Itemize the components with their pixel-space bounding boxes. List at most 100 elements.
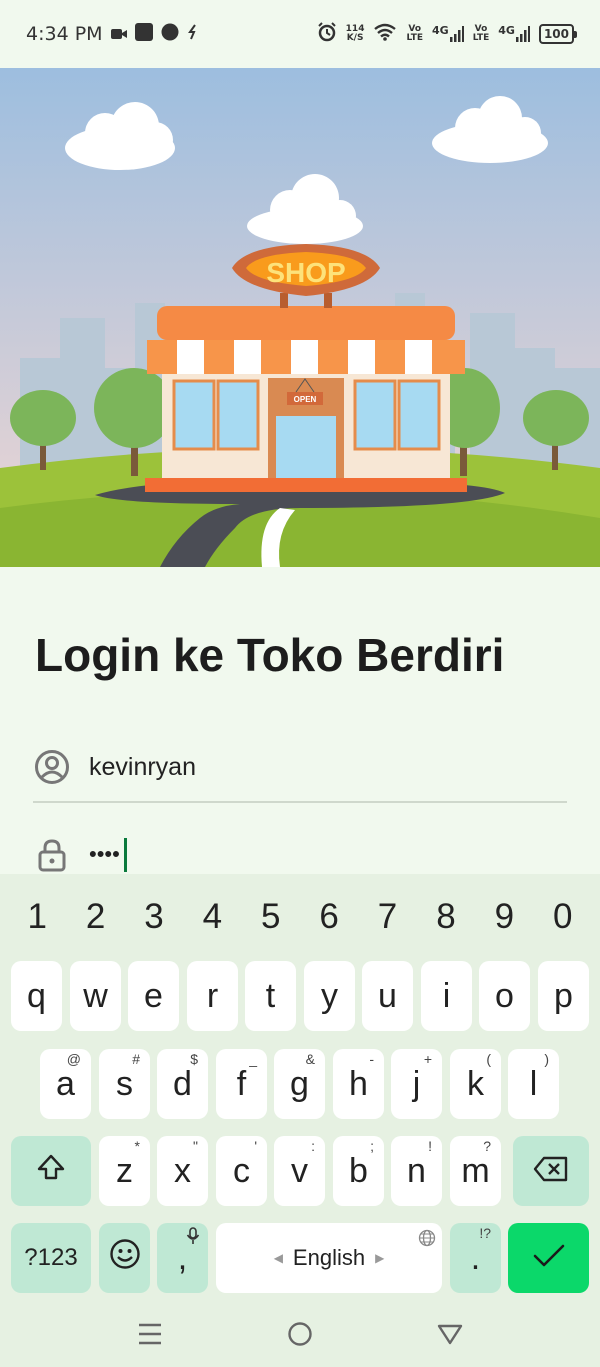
- key-8[interactable]: 8: [421, 897, 471, 937]
- key-o[interactable]: o: [479, 961, 530, 1031]
- signal-bars-icon: [449, 26, 464, 42]
- key-hint: ": [193, 1138, 198, 1154]
- key-4[interactable]: 4: [187, 897, 237, 937]
- key-n[interactable]: ! n: [391, 1136, 442, 1206]
- home-circle-icon: [287, 1321, 313, 1352]
- key-b[interactable]: ; b: [333, 1136, 384, 1206]
- key-y[interactable]: y: [304, 961, 355, 1031]
- wifi-icon: [373, 23, 397, 45]
- key-6[interactable]: 6: [304, 897, 354, 937]
- username-field[interactable]: kevinryan: [33, 733, 567, 803]
- key-u[interactable]: u: [362, 961, 413, 1031]
- space-label: English: [292, 1245, 366, 1270]
- key-label: .: [470, 1238, 481, 1277]
- key-label: d: [173, 1064, 192, 1103]
- sim1-network-type: 4G: [432, 24, 449, 37]
- key-hint: :: [311, 1138, 315, 1154]
- circle-app-icon: [161, 23, 179, 46]
- battery-icon: 100: [538, 24, 578, 44]
- shift-key[interactable]: [11, 1136, 91, 1206]
- key-3[interactable]: 3: [129, 897, 179, 937]
- navigation-bar: [0, 1304, 600, 1367]
- door-sign-text: OPEN: [294, 395, 317, 404]
- emoji-key[interactable]: [99, 1223, 150, 1293]
- alarm-icon: [317, 22, 337, 46]
- key-label: b: [349, 1151, 368, 1190]
- key-7[interactable]: 7: [363, 897, 413, 937]
- key-f[interactable]: _ f: [216, 1049, 267, 1119]
- key-m[interactable]: ? m: [450, 1136, 501, 1206]
- key-j[interactable]: + j: [391, 1049, 442, 1119]
- left-arrow-icon: ◀: [273, 1251, 283, 1265]
- key-hint: (: [486, 1051, 491, 1067]
- key-q[interactable]: q: [11, 961, 62, 1031]
- key-c[interactable]: ' c: [216, 1136, 267, 1206]
- username-input[interactable]: kevinryan: [89, 753, 196, 782]
- network-speed: 114 K/S: [346, 25, 365, 43]
- key-r[interactable]: r: [187, 961, 238, 1031]
- home-button[interactable]: [278, 1314, 322, 1358]
- key-hint: ': [254, 1138, 257, 1154]
- key-1[interactable]: 1: [12, 897, 62, 937]
- recent-apps-button[interactable]: [128, 1314, 172, 1358]
- key-v[interactable]: :v: [274, 1136, 325, 1206]
- key-e[interactable]: e: [128, 961, 179, 1031]
- text-cursor: [123, 838, 127, 872]
- back-button[interactable]: [428, 1314, 472, 1358]
- status-bar: 4:34 PM 114 K/S Vo LTE 4G Vo LTE 4G 100: [0, 0, 600, 68]
- key-label: j: [412, 1064, 421, 1103]
- key-t[interactable]: t: [245, 961, 296, 1031]
- key-label: h: [349, 1064, 368, 1103]
- key-s[interactable]: # s: [99, 1049, 150, 1119]
- key-9[interactable]: 9: [479, 897, 529, 937]
- key-label: n: [407, 1151, 426, 1190]
- key-5[interactable]: 5: [246, 897, 296, 937]
- status-time: 4:34 PM: [26, 23, 103, 45]
- key-label: s: [116, 1064, 133, 1103]
- sim1-lte: LTE: [406, 33, 424, 43]
- key-label: v: [291, 1151, 308, 1190]
- signal-bars-icon: [515, 26, 530, 42]
- key-z[interactable]: * z: [99, 1136, 150, 1206]
- key-0[interactable]: 0: [538, 897, 588, 937]
- mic-icon: [186, 1227, 200, 1248]
- key-hint: !?: [479, 1225, 491, 1241]
- key-p[interactable]: p: [538, 961, 589, 1031]
- key-hint: $: [190, 1051, 198, 1067]
- comma-key[interactable]: ,: [157, 1223, 208, 1293]
- sim1-signal: 4G: [432, 24, 464, 42]
- key-k[interactable]: (k: [450, 1049, 501, 1119]
- key-i[interactable]: i: [421, 961, 472, 1031]
- key-label: f: [236, 1064, 247, 1103]
- space-key[interactable]: ◀ English ▶: [216, 1223, 442, 1293]
- key-h[interactable]: -h: [333, 1049, 384, 1119]
- back-triangle-icon: [436, 1322, 464, 1351]
- enter-key[interactable]: [508, 1223, 589, 1293]
- key-d[interactable]: $ d: [157, 1049, 208, 1119]
- period-key[interactable]: !? .: [450, 1223, 501, 1293]
- emoji-icon: [109, 1238, 141, 1279]
- password-dots: ••••: [89, 841, 120, 867]
- sim2-signal: 4G: [498, 25, 530, 42]
- backspace-key[interactable]: [513, 1136, 589, 1206]
- key-g[interactable]: & g: [274, 1049, 325, 1119]
- key-a[interactable]: @ a: [40, 1049, 91, 1119]
- key-2[interactable]: 2: [71, 897, 121, 937]
- key-l[interactable]: ) l: [508, 1049, 559, 1119]
- number-row: 1 2 3 4 5 6 7 8 9 0: [0, 874, 600, 959]
- key-hint: +: [423, 1051, 432, 1067]
- symbols-key[interactable]: ?123: [11, 1223, 91, 1293]
- password-input[interactable]: ••••: [89, 838, 127, 872]
- sync-icon: [187, 23, 199, 45]
- key-x[interactable]: " x: [157, 1136, 208, 1206]
- key-label: x: [174, 1151, 191, 1190]
- key-hint: &: [305, 1051, 315, 1067]
- key-label: k: [467, 1064, 484, 1103]
- lock-icon: [33, 836, 71, 874]
- key-hint: _: [249, 1051, 257, 1067]
- sim1-volte: Vo LTE: [406, 25, 423, 43]
- sim2-lte: LTE: [472, 33, 490, 43]
- soft-keyboard: 1 2 3 4 5 6 7 8 9 0 q w e r t y u i o p …: [0, 874, 600, 1304]
- net-speed-unit: K/S: [346, 33, 364, 43]
- key-w[interactable]: w: [70, 961, 121, 1031]
